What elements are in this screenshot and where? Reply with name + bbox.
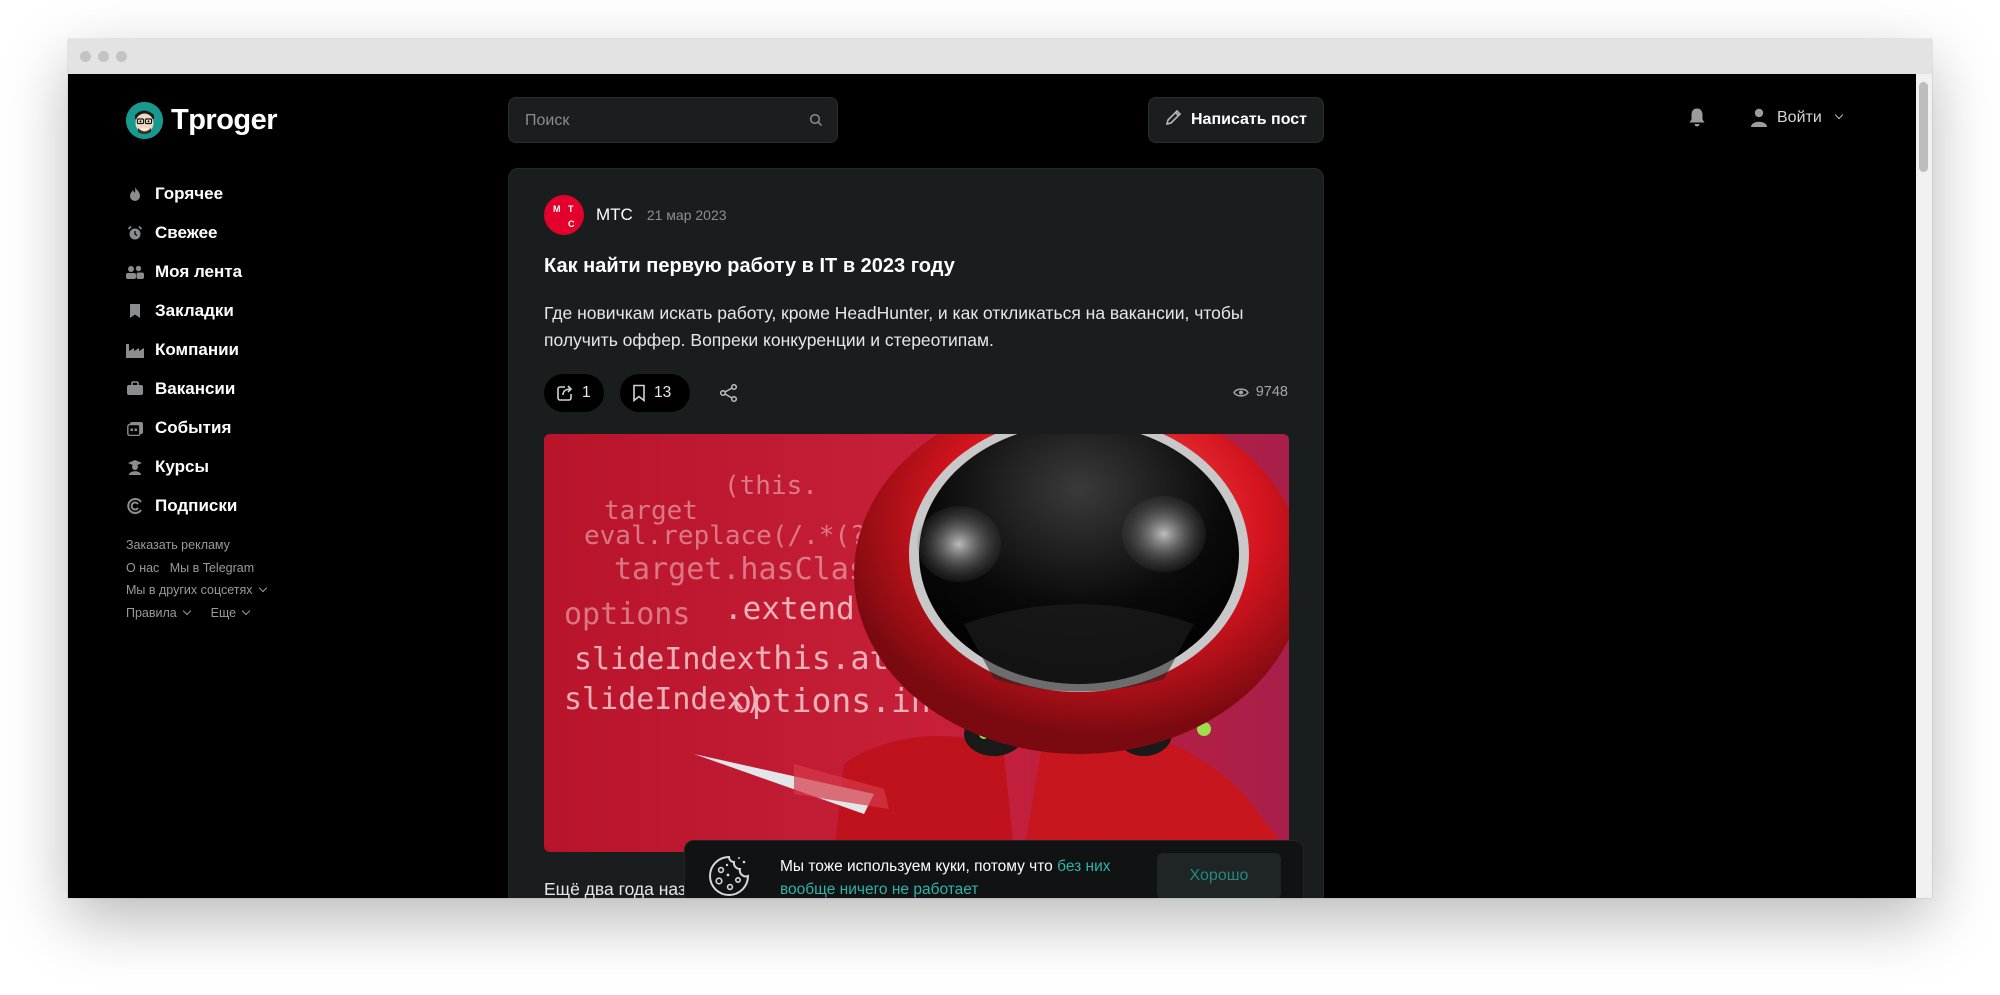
telegram-link[interactable]: Мы в Telegram <box>170 561 254 575</box>
write-post-button[interactable]: Написать пост <box>1148 97 1324 143</box>
cookie-icon <box>707 854 751 898</box>
socials-label: Мы в других соцсетях <box>126 583 253 597</box>
subscriptions-icon <box>126 497 144 515</box>
factory-icon <box>126 341 144 359</box>
sidebar-item-label: Компании <box>155 339 240 359</box>
alarm-clock-icon <box>126 224 144 242</box>
chevron-down-icon <box>182 606 192 615</box>
socials-dropdown[interactable]: Мы в других соцсетях <box>126 579 267 602</box>
fire-icon <box>126 185 144 203</box>
more-label: Еще <box>210 605 237 620</box>
user-icon <box>1750 108 1768 127</box>
sidebar-item-label: Горячее <box>155 183 224 203</box>
repost-icon <box>556 384 574 402</box>
cookie-accept-button[interactable]: Хорошо <box>1157 853 1281 898</box>
window-minimize-dot[interactable] <box>98 51 109 62</box>
sidebar-item-vacancies[interactable]: Вакансии <box>126 369 242 408</box>
bookmark-button[interactable]: 13 <box>620 374 690 412</box>
briefcase-icon <box>126 380 144 398</box>
post-date: 21 мар 2023 <box>646 207 727 223</box>
logo-text: Tproger <box>171 104 278 136</box>
views-counter: 9748 <box>1232 384 1288 400</box>
logo-letter-s: С <box>568 219 575 229</box>
eye-icon <box>1232 387 1249 398</box>
logo-letter-m: М <box>553 204 561 214</box>
code-line-5: options <box>564 597 690 632</box>
about-link[interactable]: О нас <box>126 561 159 575</box>
sidebar-item-hot[interactable]: Горячее <box>126 174 242 213</box>
rules-label: Правила <box>126 605 177 620</box>
sidebar-item-subscriptions[interactable]: Подписки <box>126 486 242 525</box>
login-label: Войти <box>1777 108 1822 126</box>
code-line-3: eval.replace(/.*(?= <box>584 521 881 551</box>
search-icon[interactable] <box>809 113 823 132</box>
rules-dropdown[interactable]: Правила <box>126 605 192 620</box>
site-logo[interactable]: Tproger <box>126 102 278 139</box>
scrollbar-thumb[interactable] <box>1919 82 1928 172</box>
post-title[interactable]: Как найти первую работу в IT в 2023 году <box>544 255 1294 278</box>
sidebar-item-label: Вакансии <box>155 378 236 398</box>
author-name: МТС <box>596 205 633 224</box>
cookie-text: Мы тоже используем куки, потому что <box>780 858 1058 875</box>
sidebar-item-companies[interactable]: Компании <box>126 330 242 369</box>
notifications-bell-icon[interactable] <box>1688 107 1706 133</box>
sidebar-nav: Горячее Свежее Моя лента Закладки Компан… <box>126 174 242 525</box>
search-input[interactable] <box>523 98 797 144</box>
sidebar-item-label: Свежее <box>155 222 218 242</box>
sidebar-item-courses[interactable]: Курсы <box>126 447 242 486</box>
logo-letter-t: Т <box>568 204 574 214</box>
sidebar-item-label: События <box>155 417 232 437</box>
window-close-dot[interactable] <box>80 51 91 62</box>
sidebar-item-fresh[interactable]: Свежее <box>126 213 242 252</box>
cookie-banner: Мы тоже используем куки, потому что без … <box>684 840 1304 898</box>
sidebar-item-label: Курсы <box>155 456 209 476</box>
sidebar-item-label: Подписки <box>155 495 238 515</box>
sidebar-item-label: Закладки <box>155 300 234 320</box>
repost-count: 1 <box>582 384 591 401</box>
bookmark-count: 13 <box>654 384 672 401</box>
pencil-icon <box>1165 109 1182 131</box>
window-titlebar <box>68 39 1932 74</box>
search-box <box>508 97 838 144</box>
login-button[interactable]: Войти <box>1750 108 1844 127</box>
code-line-1: (this. <box>724 471 818 501</box>
code-line-7: slideIndex <box>574 642 755 677</box>
logo-mascot-icon <box>126 102 163 139</box>
repost-button[interactable]: 1 <box>544 374 604 412</box>
window-maximize-dot[interactable] <box>116 51 127 62</box>
views-count: 9748 <box>1255 384 1288 400</box>
scrollbar[interactable] <box>1916 74 1932 898</box>
sidebar-item-my-feed[interactable]: Моя лента <box>126 252 242 291</box>
post-card: М Т С МТС 21 мар 2023 Как найти первую р… <box>508 168 1324 898</box>
post-excerpt[interactable]: Где новичкам искать работу, кроме HeadHu… <box>544 300 1294 354</box>
browser-window: Tproger Горячее Свежее Моя лента Закладк… <box>68 39 1932 898</box>
cookie-message: Мы тоже используем куки, потому что без … <box>780 855 1130 898</box>
chevron-down-icon <box>1834 110 1844 119</box>
sidebar-item-label: Моя лента <box>155 261 243 281</box>
calendar-icon <box>126 419 144 437</box>
chevron-down-icon <box>241 606 251 615</box>
author-avatar: М Т С <box>544 195 584 235</box>
sidebar-footer-links: Заказать рекламу О нас Мы в Telegram Мы … <box>126 534 267 624</box>
post-cover-image[interactable]: (this. target eval.replace(/.*(?= target… <box>544 434 1289 852</box>
sidebar-item-events[interactable]: События <box>126 408 242 447</box>
bookmark-icon <box>126 302 144 320</box>
chevron-down-icon <box>258 583 267 593</box>
share-icon[interactable] <box>719 383 739 408</box>
post-author[interactable]: М Т С МТС 21 мар 2023 <box>544 195 727 235</box>
sidebar-item-bookmarks[interactable]: Закладки <box>126 291 242 330</box>
graduation-icon <box>126 458 144 476</box>
page-viewport: Tproger Горячее Свежее Моя лента Закладк… <box>68 74 1916 898</box>
bookmark-icon <box>632 384 646 402</box>
advertise-link[interactable]: Заказать рекламу <box>126 538 230 552</box>
more-dropdown[interactable]: Еще <box>210 605 251 620</box>
write-post-label: Написать пост <box>1190 111 1308 128</box>
people-icon <box>126 263 144 281</box>
